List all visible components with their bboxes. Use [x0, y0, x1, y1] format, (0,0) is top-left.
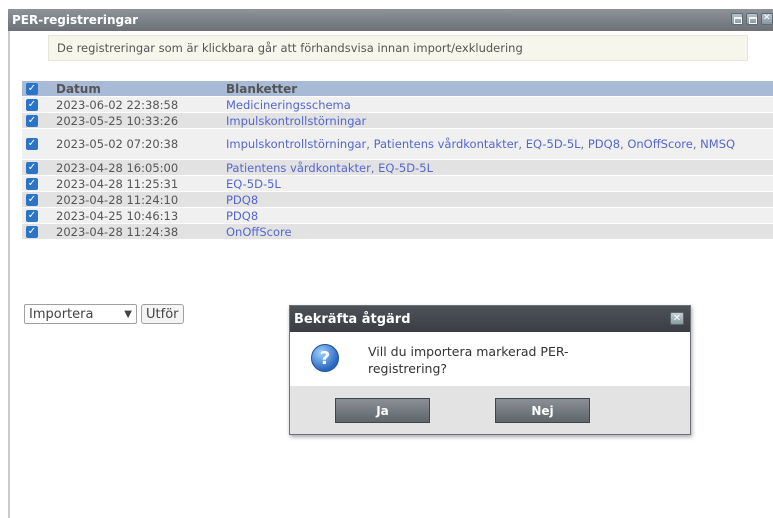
- row-forms-link[interactable]: OnOffScore: [226, 225, 773, 239]
- row-date: 2023-04-25 10:46:13: [56, 208, 179, 223]
- row-date: 2023-04-28 11:25:31: [56, 176, 179, 191]
- row-checkbox[interactable]: ✓: [26, 209, 38, 222]
- dialog-title-bar: Bekräfta åtgärd ✕: [290, 306, 690, 332]
- window-title: PER-registreringar: [12, 13, 139, 27]
- row-forms-link[interactable]: PDQ8: [226, 209, 773, 223]
- row-date: 2023-04-28 11:24:10: [56, 192, 179, 207]
- dialog-footer: Ja Nej: [290, 386, 690, 434]
- yes-button[interactable]: Ja: [335, 398, 430, 423]
- row-date: 2023-05-02 07:20:38: [56, 137, 179, 151]
- execute-button[interactable]: Utför: [141, 304, 184, 324]
- row-forms-link[interactable]: EQ-5D-5L: [226, 177, 773, 191]
- row-checkbox[interactable]: ✓: [26, 177, 38, 190]
- column-header-blanketter[interactable]: Blanketter: [226, 82, 773, 96]
- column-header-datum[interactable]: Datum: [56, 82, 226, 96]
- minimize-icon[interactable]: [731, 13, 743, 25]
- row-forms-link[interactable]: Impulskontrollstörningar, Patientens vår…: [226, 137, 773, 151]
- row-checkbox[interactable]: ✓: [26, 193, 38, 206]
- info-notice: De registreringar som är klickbara går a…: [48, 35, 748, 61]
- row-checkbox[interactable]: ✓: [26, 98, 38, 111]
- action-select-value: Importera: [29, 306, 94, 322]
- row-forms-link[interactable]: Impulskontrollstörningar: [226, 114, 773, 128]
- table-row: ✓ 2023-04-25 10:46:13 PDQ8: [22, 208, 773, 224]
- action-bar: Importera ▼ Utför: [24, 304, 184, 324]
- dialog-close-icon[interactable]: ✕: [670, 312, 684, 325]
- panel-left-border: [8, 30, 10, 518]
- row-date: 2023-05-25 10:33:26: [56, 113, 179, 128]
- table-row: ✓ 2023-06-02 22:38:58 Medicineringsschem…: [22, 97, 773, 113]
- row-checkbox[interactable]: ✓: [26, 225, 38, 238]
- question-icon: ?: [311, 344, 339, 372]
- dialog-body: ? Vill du importera markerad PER-registr…: [290, 332, 690, 386]
- table-row: ✓ 2023-04-28 11:24:10 PDQ8: [22, 192, 773, 208]
- restore-icon[interactable]: [746, 13, 758, 25]
- select-all-checkbox[interactable]: ✓: [26, 82, 38, 95]
- table-row: ✓ 2023-05-25 10:33:26 Impulskontrollstör…: [22, 113, 773, 129]
- row-forms-link[interactable]: Medicineringsschema: [226, 98, 773, 112]
- table-row: ✓ 2023-04-28 16:05:00 Patientens vårdkon…: [22, 160, 773, 176]
- confirm-dialog: Bekräfta åtgärd ✕ ? Vill du importera ma…: [289, 305, 691, 435]
- chevron-down-icon: ▼: [124, 308, 132, 320]
- row-forms-link[interactable]: PDQ8: [226, 193, 773, 207]
- registrations-table: ✓ Datum Blanketter ✓ 2023-06-02 22:38:58…: [22, 81, 773, 240]
- table-row: ✓ 2023-04-28 11:24:38 OnOffScore: [22, 224, 773, 240]
- no-button[interactable]: Nej: [495, 398, 590, 423]
- dialog-title: Bekräfta åtgärd: [294, 311, 411, 327]
- table-row: ✓ 2023-05-02 07:20:38 Impulskontrollstör…: [22, 129, 773, 160]
- row-date: 2023-04-28 16:05:00: [56, 160, 179, 175]
- close-icon[interactable]: [761, 13, 773, 25]
- row-date: 2023-06-02 22:38:58: [56, 97, 179, 112]
- table-row: ✓ 2023-04-28 11:25:31 EQ-5D-5L: [22, 176, 773, 192]
- row-checkbox[interactable]: ✓: [26, 114, 38, 127]
- row-checkbox[interactable]: ✓: [26, 161, 38, 174]
- row-checkbox[interactable]: ✓: [26, 138, 38, 150]
- row-forms-link[interactable]: Patientens vårdkontakter, EQ-5D-5L: [226, 161, 773, 175]
- window-title-bar: PER-registreringar: [8, 9, 773, 31]
- dialog-message: Vill du importera markerad PER-registrer…: [368, 344, 569, 376]
- table-header-row: ✓ Datum Blanketter: [22, 81, 773, 97]
- row-date: 2023-04-28 11:24:38: [56, 224, 179, 239]
- action-select[interactable]: Importera ▼: [24, 304, 137, 324]
